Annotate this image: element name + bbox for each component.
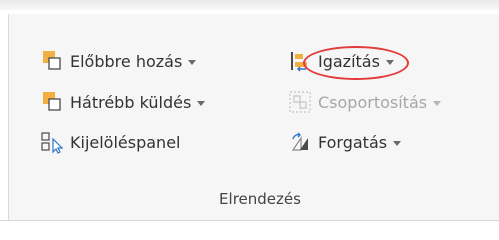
align-label: Igazítás <box>318 51 380 71</box>
bring-forward-dropdown-arrow-icon[interactable] <box>188 59 197 65</box>
send-backward-button[interactable]: Hátrébb küldés <box>40 88 206 116</box>
align-button[interactable]: Igazítás <box>288 47 394 75</box>
bring-forward-label: Előbbre hozás <box>70 51 183 71</box>
rotate-icon <box>288 130 312 154</box>
selection-pane-icon <box>40 130 64 154</box>
selection-pane-label: Kijelöléspanel <box>70 132 181 152</box>
align-dropdown-arrow-icon[interactable] <box>385 59 394 65</box>
rotate-button[interactable]: Forgatás <box>288 128 402 156</box>
send-backward-dropdown-arrow-icon[interactable] <box>197 100 206 106</box>
bring-forward-icon <box>40 49 64 73</box>
rotate-label: Forgatás <box>318 132 388 152</box>
selection-pane-button[interactable]: Kijelöléspanel <box>40 128 180 156</box>
align-icon <box>288 49 312 73</box>
group-label: Csoportosítás <box>318 92 428 112</box>
rotate-dropdown-arrow-icon[interactable] <box>393 140 402 146</box>
send-backward-icon <box>40 90 64 114</box>
group-icon <box>288 90 312 114</box>
screenshot-root: Előbbre hozás Hátrébb küldés Kijelöléspa… <box>0 0 499 240</box>
window-top-edge <box>0 0 499 10</box>
document-area <box>0 221 499 240</box>
group-dropdown-arrow-icon[interactable] <box>433 100 442 106</box>
bring-forward-button[interactable]: Előbbre hozás <box>40 47 197 75</box>
arrange-group-label: Elrendezés <box>219 190 301 208</box>
group-button[interactable]: Csoportosítás <box>288 88 442 116</box>
send-backward-label: Hátrébb küldés <box>70 92 192 112</box>
